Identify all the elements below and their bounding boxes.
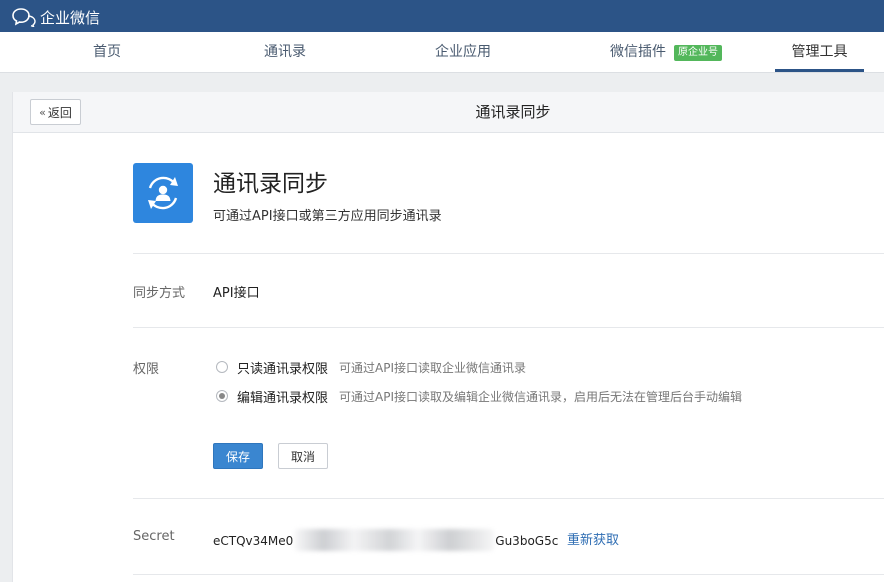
secret-value: eCTQv34Me0 Gu3boG5c — [213, 529, 558, 551]
nav-item-label: 管理工具 — [791, 44, 848, 60]
nav-item-label: 通讯录 — [264, 44, 306, 60]
secret-label: Secret — [133, 529, 175, 544]
edit-permission-radio[interactable] — [216, 390, 228, 402]
nav-item-home[interactable]: 首页 — [80, 32, 134, 72]
edit-permission-label[interactable]: 编辑通讯录权限 — [237, 387, 328, 406]
nav-item-management-tools[interactable]: 管理工具 — [775, 32, 864, 72]
divider — [133, 574, 884, 575]
permission-label: 权限 — [133, 362, 160, 377]
app-name: 企业微信 — [40, 8, 101, 27]
top-bar: 企业微信 — [0, 0, 884, 32]
card-header: « 返回 通讯录同步 — [13, 92, 884, 133]
redaction-blur — [294, 529, 495, 551]
divider — [133, 253, 884, 254]
readonly-permission-description: 可通过API接口读取企业微信通讯录 — [339, 361, 526, 375]
divider — [133, 327, 884, 328]
app-description: 可通过API接口或第三方应用同步通讯录 — [213, 209, 442, 224]
legacy-badge: 原企业号 — [674, 45, 722, 61]
page-title: 通讯录同步 — [475, 103, 551, 121]
divider — [133, 498, 884, 499]
sync-method-label: 同步方式 — [133, 286, 186, 301]
app-title: 通讯录同步 — [213, 171, 328, 197]
sync-contacts-icon — [133, 163, 193, 223]
back-button[interactable]: « 返回 — [30, 99, 81, 125]
main-nav: 首页 通讯录 企业应用 微信插件 原企业号 管理工具 — [0, 32, 884, 73]
secret-value-start: eCTQv34Me0 — [213, 534, 294, 548]
cancel-button[interactable]: 取消 — [278, 443, 328, 469]
back-label: 返回 — [47, 105, 72, 120]
secret-value-end: Gu3boG5c — [495, 534, 559, 548]
nav-item-contacts[interactable]: 通讯录 — [255, 32, 315, 72]
edit-permission-description: 可通过API接口读取及编辑企业微信通讯录，启用后无法在管理后台手动编辑 — [339, 390, 742, 404]
readonly-permission-radio[interactable] — [216, 361, 228, 373]
nav-item-apps[interactable]: 企业应用 — [430, 32, 496, 72]
logo[interactable]: 企业微信 — [12, 7, 100, 27]
nav-item-label: 首页 — [93, 44, 121, 60]
sync-method-value: API接口 — [213, 286, 260, 301]
content-card: « 返回 通讯录同步 通讯录同步 可通过API接口或第三方应用同步通讯录 同步方… — [12, 92, 884, 582]
refetch-secret-link[interactable]: 重新获取 — [567, 529, 619, 548]
active-tab-indicator — [775, 69, 864, 72]
chat-bubble-icon — [12, 8, 36, 27]
double-chevron-left-icon: « — [39, 105, 46, 119]
readonly-permission-label[interactable]: 只读通讯录权限 — [237, 358, 328, 377]
nav-item-label: 企业应用 — [435, 44, 491, 60]
nav-item-label: 微信插件 — [610, 44, 666, 60]
nav-item-wechat-plugin[interactable]: 微信插件 原企业号 — [610, 32, 735, 72]
save-button[interactable]: 保存 — [213, 443, 263, 469]
